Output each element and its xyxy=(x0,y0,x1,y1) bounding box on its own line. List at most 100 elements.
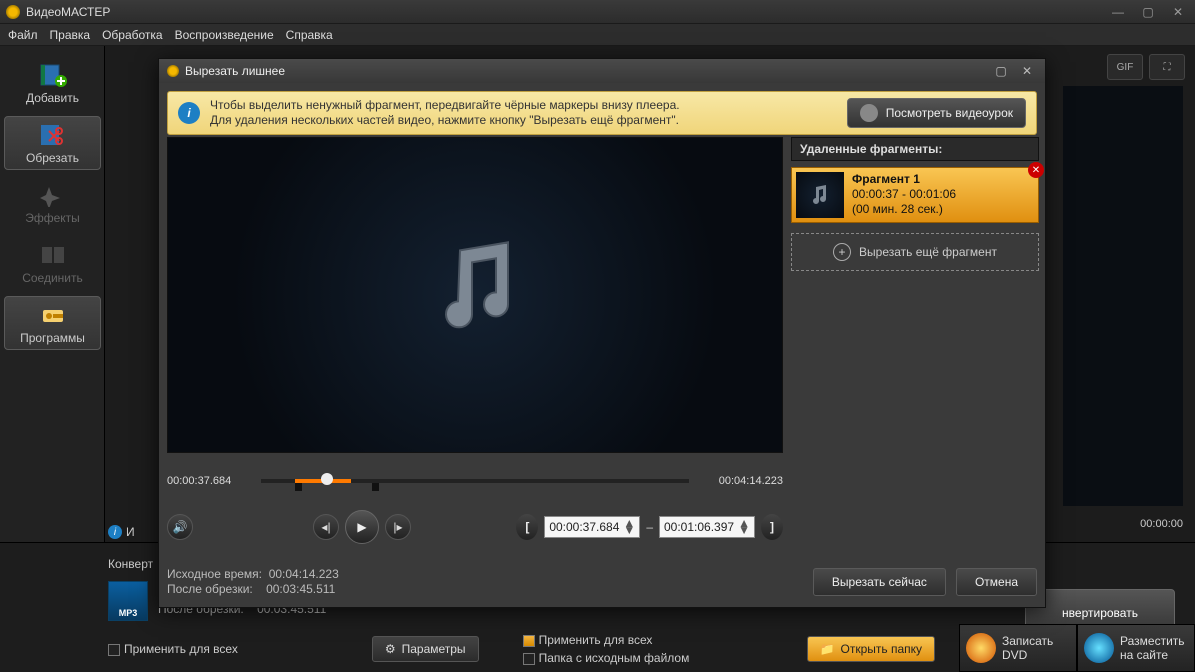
publish-label-1: Разместить xyxy=(1120,634,1185,648)
convert-button-label: нвертировать xyxy=(1062,606,1138,620)
bracket-close-icon[interactable]: ] xyxy=(761,514,783,540)
hint-line-2: Для удаления нескольких частей видео, на… xyxy=(210,113,847,128)
add-fragment-button[interactable]: + Вырезать ещё фрагмент xyxy=(791,233,1039,271)
dialog-maximize-icon[interactable]: ▢ xyxy=(991,64,1011,78)
add-fragment-label: Вырезать ещё фрагмент xyxy=(859,245,997,259)
params-button[interactable]: ⚙ Параметры xyxy=(372,636,479,662)
sidebar-add[interactable]: Добавить xyxy=(4,56,101,110)
gif-button[interactable]: GIF xyxy=(1107,54,1143,80)
deleted-header: Удаленные фрагменты: xyxy=(791,137,1039,161)
menu-process[interactable]: Обработка xyxy=(102,28,163,42)
film-add-icon xyxy=(38,61,68,89)
fragment-name: Фрагмент 1 xyxy=(852,172,920,186)
sidebar-programs-label: Программы xyxy=(20,331,85,345)
dvd-label-1: Записать xyxy=(1002,634,1053,648)
fragment-duration: (00 мин. 28 сек.) xyxy=(852,202,956,217)
close-icon[interactable]: ✕ xyxy=(1167,4,1189,20)
maximize-icon[interactable]: ▢ xyxy=(1137,4,1159,20)
prev-frame-icon[interactable]: ◂| xyxy=(313,514,339,540)
fragment-delete-icon[interactable]: ✕ xyxy=(1028,162,1044,178)
sidebar-trim-label: Обрезать xyxy=(26,151,79,165)
dlg-meta-after-v: 00:03:45.511 xyxy=(266,582,335,596)
globe-icon xyxy=(1084,633,1114,663)
write-dvd-button[interactable]: ЗаписатьDVD xyxy=(959,624,1077,672)
fragment-range: 00:00:37 - 00:01:06 xyxy=(852,187,956,202)
play-icon[interactable]: ▶ xyxy=(345,510,379,544)
film-cut-icon xyxy=(38,121,68,149)
publish-button[interactable]: Разместитьна сайте xyxy=(1077,624,1195,672)
timeline-track[interactable] xyxy=(261,479,689,483)
fullscreen-icon[interactable]: ⛶ xyxy=(1149,54,1185,80)
dialog-title: Вырезать лишнее xyxy=(185,64,285,78)
src-folder-label: Папка с исходным файлом xyxy=(539,651,690,665)
menubar: Файл Правка Обработка Воспроизведение Сп… xyxy=(0,24,1195,46)
preview-pane xyxy=(1063,86,1183,506)
range-dash: – xyxy=(646,520,653,534)
range-to-value: 00:01:06.397 xyxy=(664,520,734,534)
convert-label: Конверт xyxy=(108,557,153,571)
bracket-open-icon[interactable]: [ xyxy=(516,514,538,540)
menu-edit[interactable]: Правка xyxy=(50,28,91,42)
timeline-end: 00:04:14.223 xyxy=(699,475,783,487)
info-icon: i xyxy=(178,102,200,124)
dialog-logo-icon xyxy=(167,65,179,77)
params-label: Параметры xyxy=(402,642,466,656)
music-note-icon xyxy=(430,238,520,341)
sidebar-add-label: Добавить xyxy=(26,91,79,105)
fragment-item[interactable]: Фрагмент 1 00:00:37 - 00:01:06 (00 мин. … xyxy=(791,167,1039,223)
folder-icon: 📁 xyxy=(820,642,835,656)
range-to-input[interactable]: 00:01:06.397▲▼ xyxy=(659,516,755,538)
publish-label-2: на сайте xyxy=(1120,648,1185,662)
gear-icon: ⚙ xyxy=(385,642,396,656)
open-folder-label: Открыть папку xyxy=(840,642,922,656)
timeline: 00:00:37.684 00:04:14.223 xyxy=(167,463,783,499)
dlg-meta-after-l: После обрезки: xyxy=(167,582,253,596)
video-preview xyxy=(167,137,783,453)
video-lesson-button[interactable]: Посмотреть видеоурок xyxy=(847,98,1026,128)
sidebar-trim[interactable]: Обрезать xyxy=(4,116,101,170)
range-from-value: 00:00:37.684 xyxy=(549,520,619,534)
key-icon xyxy=(38,301,68,329)
info-label: И xyxy=(126,525,135,539)
src-folder-checkbox[interactable]: Папка с исходным файлом xyxy=(523,651,690,665)
cancel-button[interactable]: Отмена xyxy=(956,568,1037,596)
timeline-marker[interactable] xyxy=(321,473,333,485)
timeline-start: 00:00:37.684 xyxy=(167,475,251,487)
cut-marker-start[interactable] xyxy=(295,483,302,491)
minimize-icon[interactable]: — xyxy=(1107,4,1129,20)
apply-all-checkbox[interactable]: Применить для всех xyxy=(108,642,238,656)
mute-icon[interactable]: 🔊 xyxy=(167,514,193,540)
mp3-icon: MP3 xyxy=(108,581,148,621)
film-join-icon xyxy=(38,241,68,269)
apply-all-2-label: Применить для всех xyxy=(539,633,653,647)
dlg-meta-orig-v: 00:04:14.223 xyxy=(269,567,339,581)
sidebar-join: Соединить xyxy=(4,236,101,290)
dvd-label-2: DVD xyxy=(1002,648,1053,662)
app-title: ВидеоМАСТЕР xyxy=(26,5,110,19)
app-logo-icon xyxy=(6,5,20,19)
video-lesson-label: Посмотреть видеоурок xyxy=(886,106,1013,120)
cancel-label: Отмена xyxy=(975,575,1018,589)
menu-file[interactable]: Файл xyxy=(8,28,38,42)
cut-now-button[interactable]: Вырезать сейчас xyxy=(813,568,946,596)
apply-all-2-checkbox[interactable]: Применить для всех xyxy=(523,633,690,647)
disc-icon xyxy=(966,633,996,663)
hint-bar: i Чтобы выделить ненужный фрагмент, пере… xyxy=(167,91,1037,135)
apply-all-label: Применить для всех xyxy=(124,642,238,656)
range-from-input[interactable]: 00:00:37.684▲▼ xyxy=(544,516,640,538)
deleted-fragments-panel: Удаленные фрагменты: Фрагмент 1 00:00:37… xyxy=(791,137,1039,547)
menu-help[interactable]: Справка xyxy=(286,28,333,42)
next-frame-icon[interactable]: |▸ xyxy=(385,514,411,540)
player-controls: 🔊 ◂| ▶ |▸ [ 00:00:37.684▲▼ – 00:01:06.39… xyxy=(167,507,783,547)
open-folder-button[interactable]: 📁 Открыть папку xyxy=(807,636,935,662)
cut-marker-end[interactable] xyxy=(372,483,379,491)
sidebar-join-label: Соединить xyxy=(22,271,83,285)
menu-play[interactable]: Воспроизведение xyxy=(175,28,274,42)
titlebar: ВидеоМАСТЕР — ▢ ✕ xyxy=(0,0,1195,24)
info-icon[interactable]: i xyxy=(108,525,122,539)
sparkle-icon xyxy=(38,181,68,209)
cut-now-label: Вырезать сейчас xyxy=(832,575,927,589)
sidebar-programs[interactable]: Программы xyxy=(4,296,101,350)
dialog-close-icon[interactable]: ✕ xyxy=(1017,64,1037,78)
dlg-meta-orig-l: Исходное время: xyxy=(167,567,262,581)
